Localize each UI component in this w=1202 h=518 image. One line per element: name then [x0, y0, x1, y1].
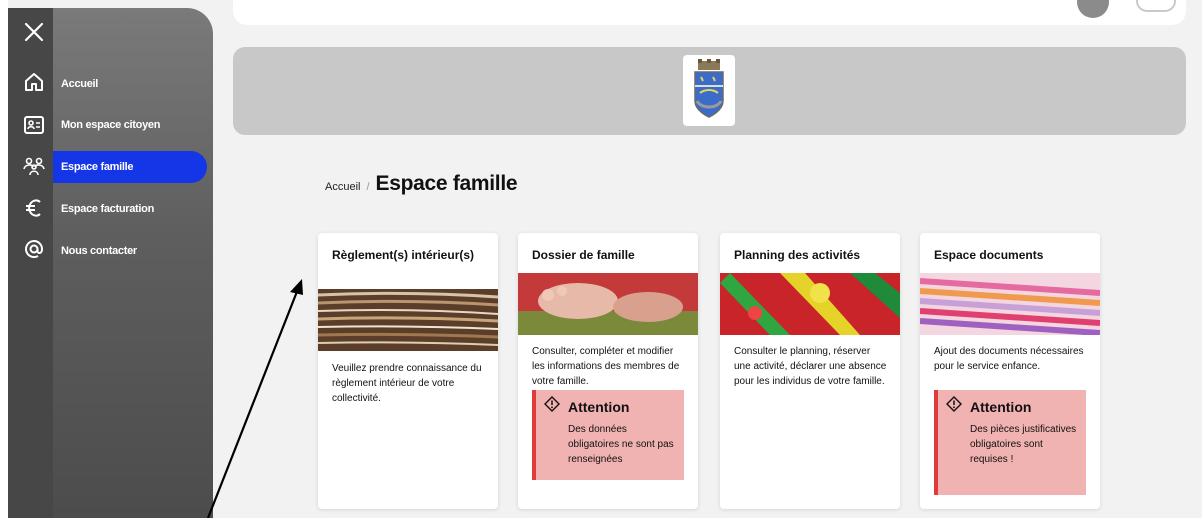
close-icon[interactable]	[22, 20, 46, 44]
family-icon[interactable]	[22, 154, 46, 178]
sidebar-item-mon-espace-citoyen[interactable]: Mon espace citoyen	[53, 109, 207, 141]
card-espace-documents[interactable]: Espace documents Ajout des documents néc…	[919, 233, 1101, 509]
icon-rail	[8, 8, 53, 518]
warning-diamond-icon	[544, 396, 560, 417]
alert-title: Attention	[568, 398, 630, 415]
left-border	[0, 0, 8, 518]
alert-text: Des pièces justificatives obligatoires s…	[970, 424, 1077, 465]
card-description: Ajout des documents nécessaires pour le …	[934, 346, 1084, 372]
warning-alert: Attention Des pièces justificatives obli…	[934, 390, 1086, 495]
alert-header: Attention	[544, 396, 629, 417]
child-feet-image	[518, 273, 698, 335]
sidebar-item-espace-famille[interactable]: Espace famille	[53, 151, 207, 183]
card-planning-des-activites[interactable]: Planning des activités Consulter le plan…	[720, 233, 900, 509]
coat-of-arms-logo	[683, 55, 735, 126]
alert-title: Attention	[970, 398, 1032, 415]
stacked-papers-image	[317, 289, 499, 351]
folders-image	[919, 273, 1101, 336]
breadcrumb-separator: /	[366, 181, 370, 193]
sidebar-item-espace-facturation[interactable]: Espace facturation	[53, 193, 207, 225]
annotation-arrow	[206, 279, 303, 518]
sidebar-item-nous-contacter[interactable]: Nous contacter	[53, 235, 207, 267]
card-dossier-de-famille[interactable]: Dossier de famille Consulter, compléter …	[518, 233, 698, 509]
euro-icon[interactable]	[22, 196, 46, 220]
warning-alert: Attention Des données obligatoires ne so…	[532, 390, 684, 480]
sidebar-item-accueil[interactable]: Accueil	[53, 68, 207, 100]
painting-image	[720, 273, 900, 335]
card-title: Dossier de famille	[532, 248, 635, 262]
card-title: Règlement(s) intérieur(s)	[332, 248, 475, 262]
breadcrumb-home-link[interactable]: Accueil	[325, 181, 360, 193]
top-bar	[233, 0, 1186, 25]
warning-diamond-icon	[946, 396, 962, 417]
card-description: Veuillez prendre connaissance du règleme…	[332, 363, 482, 404]
page-title: Espace famille	[375, 172, 518, 195]
card-reglement-interieur[interactable]: Règlement(s) intérieur(s) Veuillez prend…	[317, 233, 499, 509]
home-icon[interactable]	[22, 70, 46, 94]
toggle-switch[interactable]	[1136, 0, 1176, 12]
card-title: Espace documents	[934, 248, 1044, 262]
breadcrumb: Accueil / Espace famille	[325, 172, 518, 200]
card-description: Consulter le planning, réserver une acti…	[734, 346, 887, 387]
card-description: Consulter, compléter et modifier les inf…	[532, 346, 680, 387]
alert-header: Attention	[946, 396, 1031, 417]
at-icon[interactable]	[22, 237, 46, 261]
id-card-icon[interactable]	[22, 113, 46, 137]
card-title: Planning des activités	[734, 248, 861, 262]
alert-text: Des données obligatoires ne sont pas ren…	[568, 424, 674, 465]
